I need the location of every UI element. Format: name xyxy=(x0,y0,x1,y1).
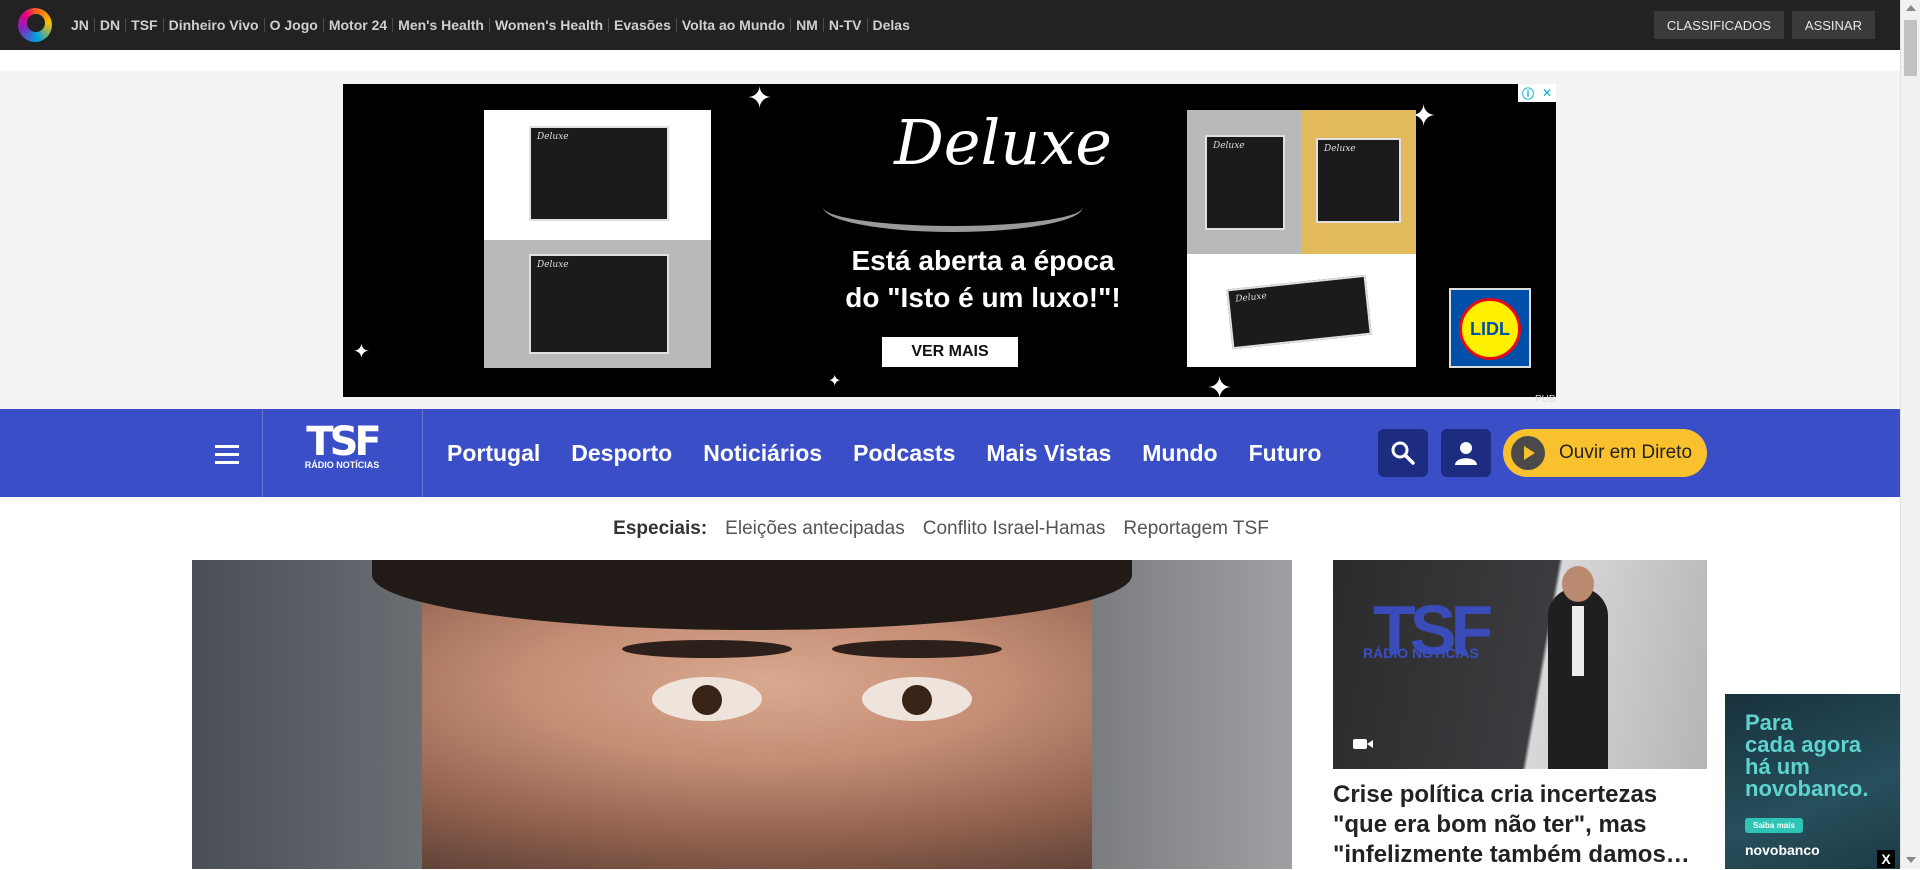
network-link-dinheiro-vivo[interactable]: Dinheiro Vivo xyxy=(164,18,265,32)
nav-link-mais-vistas[interactable]: Mais Vistas xyxy=(986,440,1111,467)
nav-divider xyxy=(262,409,263,497)
section-links: Portugal Desporto Noticiários Podcasts M… xyxy=(447,409,1352,497)
ad-headline: Está aberta a época do "Isto é um luxo!"… xyxy=(783,242,1183,316)
ad-product-image: Deluxe xyxy=(1316,138,1401,223)
network-link-evasoes[interactable]: Evasões xyxy=(609,18,677,32)
lidl-logo: LIDL xyxy=(1449,288,1531,368)
special-link-conflito[interactable]: Conflito Israel-Hamas xyxy=(923,518,1106,540)
specials-label: Especiais: xyxy=(613,517,708,539)
ad-headline-line2: do "Isto é um luxo!"! xyxy=(845,282,1121,313)
network-link-volta-ao-mundo[interactable]: Volta ao Mundo xyxy=(677,18,792,32)
sparkle-icon: ✦ xyxy=(828,373,842,390)
special-link-eleicoes[interactable]: Eleições antecipadas xyxy=(725,518,905,540)
ad-product-tile: Deluxe xyxy=(1301,110,1416,254)
network-link-dn[interactable]: DN xyxy=(95,18,127,32)
hero-brow xyxy=(832,640,1002,658)
network-link-motor-24[interactable]: Motor 24 xyxy=(324,18,394,32)
side-story-title-line2: "que era bom não ter", mas xyxy=(1333,811,1647,838)
nav-link-podcasts[interactable]: Podcasts xyxy=(853,440,955,467)
tsf-logo[interactable]: TSF RÁDIO NOTÍCIAS xyxy=(296,422,388,484)
search-button[interactable] xyxy=(1378,429,1428,477)
ad-product-image: Deluxe xyxy=(529,254,669,354)
classificados-button[interactable]: CLASSIFICADOS xyxy=(1653,11,1784,39)
ad-product-tile: Deluxe xyxy=(1187,254,1416,367)
network-link-o-jogo[interactable]: O Jogo xyxy=(265,18,324,32)
assinar-button[interactable]: ASSINAR xyxy=(1791,11,1875,39)
network-link-mens-health[interactable]: Men's Health xyxy=(393,18,490,32)
ver-mais-button[interactable]: VER MAIS xyxy=(882,337,1018,367)
float-ad-text-line2: cada agora xyxy=(1745,732,1862,757)
network-link-womens-health[interactable]: Women's Health xyxy=(490,18,610,32)
scroll-up-icon[interactable] xyxy=(1906,5,1916,11)
deluxe-ad-banner[interactable]: ⓘ ✕ Deluxe Deluxe ✦ ✦ ✦ ✦ ✦ Deluxe Está a… xyxy=(343,84,1556,397)
ad-headline-line1: Está aberta a época xyxy=(851,245,1115,276)
hero-story-image[interactable] xyxy=(192,560,1292,869)
close-ad-button[interactable]: X xyxy=(1877,850,1895,868)
hero-eye xyxy=(862,677,972,721)
special-link-reportagem[interactable]: Reportagem TSF xyxy=(1123,518,1268,540)
scrollbar-thumb[interactable] xyxy=(1904,20,1917,76)
hero-background xyxy=(192,560,422,869)
nav-link-desporto[interactable]: Desporto xyxy=(571,440,672,467)
float-ad-text-line4: novobanco. xyxy=(1745,776,1869,801)
user-icon xyxy=(1455,442,1477,465)
ad-product-image: Deluxe xyxy=(1226,274,1372,350)
global-media-logo-icon[interactable] xyxy=(18,8,52,42)
search-icon xyxy=(1391,441,1415,465)
deluxe-logo: Deluxe xyxy=(894,106,1112,179)
main-navigation: TSF RÁDIO NOTÍCIAS Portugal Desporto Not… xyxy=(0,409,1900,497)
specials-bar: Especiais: Eleições antecipadas Conflito… xyxy=(0,497,1900,560)
hero-hair xyxy=(372,560,1132,630)
ad-product-tile: Deluxe xyxy=(484,240,711,368)
network-link-tsf[interactable]: TSF xyxy=(126,18,164,32)
account-button[interactable] xyxy=(1441,429,1491,477)
network-link-delas[interactable]: Delas xyxy=(868,18,915,32)
ad-product-image: Deluxe xyxy=(1205,135,1285,230)
novobanco-logo: novobanco xyxy=(1745,842,1820,858)
nav-link-futuro[interactable]: Futuro xyxy=(1249,440,1322,467)
nav-link-mundo[interactable]: Mundo xyxy=(1142,440,1217,467)
lidl-logo-text: LIDL xyxy=(1459,298,1521,360)
network-link-jn[interactable]: JN xyxy=(66,18,95,32)
network-link-n-tv[interactable]: N-TV xyxy=(824,18,868,32)
listen-live-label: Ouvir em Direto xyxy=(1559,442,1693,463)
network-links: JN DN TSF Dinheiro Vivo O Jogo Motor 24 … xyxy=(66,18,915,32)
video-camera-icon xyxy=(1353,739,1373,749)
page-scrollbar[interactable] xyxy=(1900,0,1920,869)
studio-wall-subtitle: RÁDIO NOTÍCIAS xyxy=(1363,645,1479,661)
float-ad-text-line3: há um xyxy=(1745,754,1810,779)
side-story-image[interactable]: TSF RÁDIO NOTÍCIAS xyxy=(1333,560,1707,769)
side-story-person xyxy=(1548,566,1608,769)
float-ad-text: Para cada agora há um novobanco. xyxy=(1745,712,1868,800)
pub-label: PUB xyxy=(1535,394,1556,405)
float-ad-text-line1: Para xyxy=(1745,710,1793,735)
hero-brow xyxy=(622,640,792,658)
adchoices-icon[interactable]: ⓘ ✕ xyxy=(1518,84,1556,102)
saiba-mais-button[interactable]: Saiba mais xyxy=(1745,818,1803,833)
side-story-title[interactable]: Crise política cria incertezas "que era … xyxy=(1333,780,1707,870)
hero-eye xyxy=(652,677,762,721)
tsf-logo-subtitle: RÁDIO NOTÍCIAS xyxy=(304,460,380,470)
tsf-logo-text: TSF xyxy=(306,419,381,465)
ad-product-tile: Deluxe xyxy=(1187,110,1301,254)
network-link-nm[interactable]: NM xyxy=(791,18,824,32)
nav-link-portugal[interactable]: Portugal xyxy=(447,440,540,467)
side-story-title-line3: "infelizmente também damos… xyxy=(1333,841,1690,868)
ad-product-image: Deluxe xyxy=(529,126,669,221)
ad-product-tile: Deluxe xyxy=(484,110,711,240)
sparkle-icon: ✦ xyxy=(1207,372,1233,398)
nav-divider xyxy=(422,409,423,497)
sparkle-icon: ✦ xyxy=(747,84,773,115)
sparkle-icon: ✦ xyxy=(353,341,370,363)
side-story-title-line1: Crise política cria incertezas xyxy=(1333,781,1658,808)
menu-icon[interactable] xyxy=(215,445,239,464)
deluxe-swoosh xyxy=(823,182,1083,232)
network-bar: JN DN TSF Dinheiro Vivo O Jogo Motor 24 … xyxy=(0,0,1900,50)
hero-background xyxy=(1092,560,1292,869)
play-icon xyxy=(1511,436,1545,470)
scroll-down-icon[interactable] xyxy=(1906,857,1916,863)
listen-live-button[interactable]: Ouvir em Direto xyxy=(1503,429,1707,477)
novobanco-floating-ad[interactable]: Para cada agora há um novobanco. Saiba m… xyxy=(1725,694,1900,869)
nav-link-noticiarios[interactable]: Noticiários xyxy=(703,440,822,467)
